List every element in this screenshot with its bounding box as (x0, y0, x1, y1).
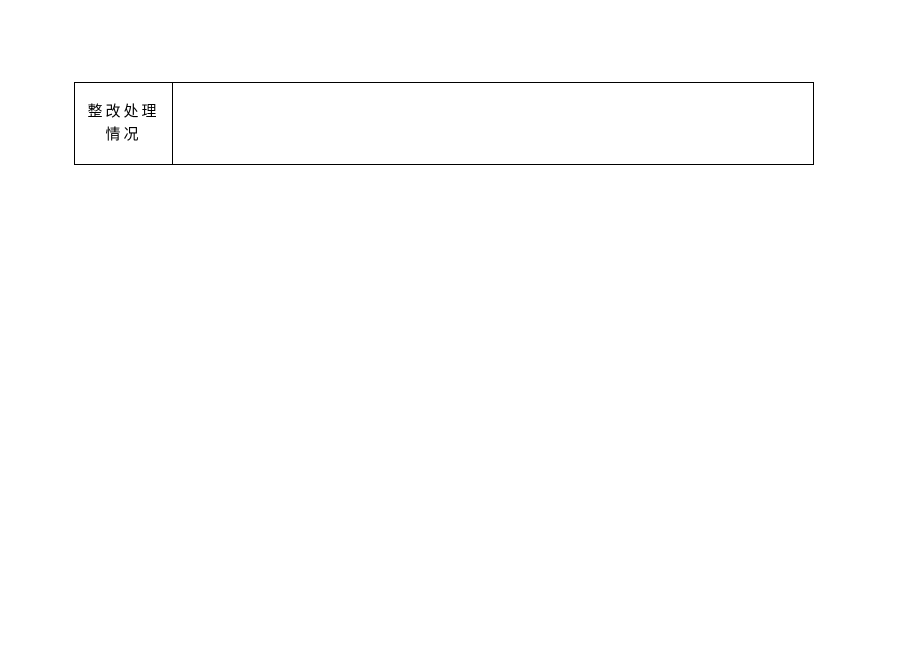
label-line2: 情况 (105, 124, 141, 147)
row-label-cell: 整改处理 情况 (75, 83, 173, 164)
form-table: 整改处理 情况 (74, 82, 814, 165)
table-row: 整改处理 情况 (74, 82, 814, 165)
row-content-cell (173, 83, 813, 164)
label-line1: 整改处理 (87, 101, 159, 124)
